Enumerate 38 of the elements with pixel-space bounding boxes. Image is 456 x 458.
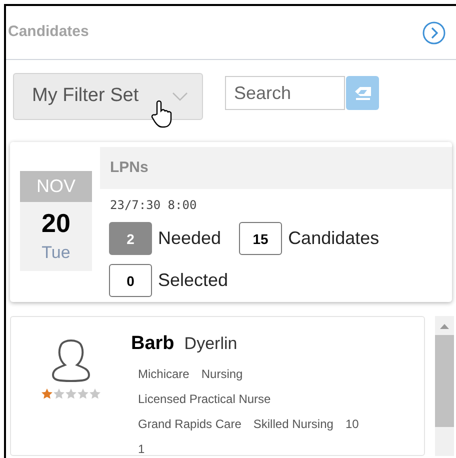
candidate-card[interactable]: Barb Dyerlin Michicare Nursing Licensed Practical Nurse Grand Rapids Care Skilled Nursing 10 1	[10, 316, 425, 456]
shift-card[interactable]: NOV 20 Tue LPNs 23/7:30 8:00 2 Needed 15 Candidates 0 Selected	[10, 142, 452, 302]
candidate-detail: 1	[138, 441, 145, 458]
filter-dropdown[interactable]: My Filter Set	[13, 73, 203, 120]
scroll-up-icon[interactable]	[440, 324, 449, 329]
chevron-down-icon	[172, 92, 188, 101]
forward-icon[interactable]	[422, 20, 446, 44]
candidate-detail: Skilled Nursing	[253, 416, 334, 433]
star-icon	[41, 388, 53, 400]
count-label: Candidates	[288, 227, 380, 250]
candidate-detail: Nursing	[201, 366, 243, 383]
last-name: Dyerlin	[184, 333, 238, 355]
candidate-detail: Licensed Practical Nurse	[138, 391, 271, 408]
shift-time: 23/7:30 8:00	[109, 197, 198, 214]
shift-title: LPNs	[110, 158, 148, 178]
clear-search-button[interactable]	[346, 76, 379, 110]
candidate-detail: Michicare	[138, 366, 190, 383]
day-number: 20	[42, 207, 70, 240]
eraser-icon	[354, 86, 372, 100]
count-label: Needed	[158, 227, 222, 250]
first-name: Barb	[131, 332, 174, 356]
candidate-detail: 10	[345, 416, 359, 433]
weekday-label: Tue	[42, 242, 70, 264]
star-icon	[77, 388, 89, 400]
scrollbar[interactable]	[435, 316, 454, 456]
count-badge: 0	[109, 264, 152, 297]
star-icon	[89, 388, 101, 400]
candidate-detail: Grand Rapids Care	[138, 416, 242, 433]
star-icon	[53, 388, 65, 400]
count-badge: 2	[109, 222, 152, 255]
count-badge: 15	[239, 222, 282, 255]
scroll-thumb[interactable]	[435, 335, 454, 427]
search-field[interactable]: Search	[225, 76, 345, 110]
month-label: NOV	[20, 171, 92, 202]
count-label: Selected	[158, 269, 228, 292]
star-icon	[65, 388, 77, 400]
panel-title: Candidates	[8, 22, 89, 42]
hand-cursor-icon	[151, 100, 173, 128]
